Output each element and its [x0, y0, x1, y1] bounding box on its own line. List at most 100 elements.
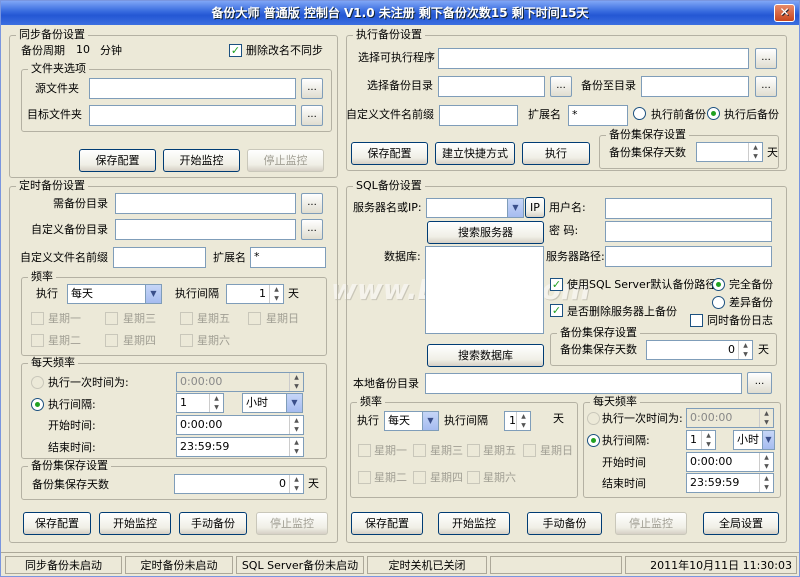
sync-stop-button[interactable]: 停止监控 — [247, 149, 324, 172]
dst-folder-input[interactable] — [89, 105, 296, 126]
sql-stop-button[interactable]: 停止监控 — [615, 512, 687, 535]
sql-once-input[interactable]: 0:00:00 ▲ ▼ — [686, 408, 774, 428]
search-db-button[interactable]: 搜索数据库 — [427, 344, 544, 367]
sql-ip-button[interactable]: IP — [525, 197, 545, 218]
sql-day-6-checkbox[interactable] — [467, 471, 480, 484]
sql-once-radio[interactable] — [587, 412, 600, 425]
timer-save-button[interactable]: 保存配置 — [23, 512, 91, 535]
sql-day-1-checkbox[interactable] — [358, 444, 371, 457]
sql-save-button[interactable]: 保存配置 — [351, 512, 423, 535]
src-browse-button[interactable]: ... — [301, 78, 323, 99]
exec-program-browse[interactable]: ... — [755, 48, 777, 69]
timer-start-input[interactable]: 0:00:00 ▲ ▼ — [176, 415, 304, 435]
sql-day-4-checkbox[interactable] — [413, 471, 426, 484]
timer-start-button[interactable]: 开始监控 — [99, 512, 171, 535]
sql-day-7-label: 星期日 — [540, 444, 573, 457]
need-dir-browse[interactable]: ... — [301, 193, 323, 214]
exec-save-button[interactable]: 保存配置 — [351, 142, 428, 165]
sql-daily-interval-input[interactable]: 1 ▲ ▼ — [686, 430, 716, 450]
sql-interval-input[interactable]: 1 ▲ ▼ — [504, 411, 531, 431]
local-dir-input[interactable] — [425, 373, 742, 394]
status-empty — [490, 556, 622, 574]
sql-end-input[interactable]: 23:59:59 ▲ ▼ — [686, 473, 774, 493]
timer-once-input[interactable]: 0:00:00 ▲ ▼ — [176, 372, 304, 392]
sql-day-2-checkbox[interactable] — [358, 471, 371, 484]
exec-set-title: 备份集保存设置 — [606, 128, 689, 142]
sql-day-3-checkbox[interactable] — [413, 444, 426, 457]
create-shortcut-button[interactable]: 建立快捷方式 — [435, 142, 515, 165]
local-dir-browse[interactable]: ... — [747, 372, 772, 394]
exec-run-button[interactable]: 执行 — [522, 142, 590, 165]
sql-day-1-label: 星期一 — [374, 444, 407, 457]
timer-days-input[interactable]: 0 ▲ ▼ — [174, 474, 304, 494]
sql-start-input[interactable]: 0:00:00 ▲ ▼ — [686, 452, 774, 472]
exec-dst-input[interactable] — [641, 76, 749, 97]
sql-unit-select[interactable]: 小时 ▼ — [733, 430, 775, 450]
exec-prefix-input[interactable] — [439, 105, 518, 126]
diff-backup-radio[interactable] — [712, 296, 725, 309]
sql-server-select[interactable]: ▼ — [426, 198, 524, 218]
exec-src-input[interactable] — [438, 76, 545, 97]
timer-prefix-input[interactable] — [113, 247, 206, 268]
sql-day-6-label: 星期六 — [483, 471, 516, 484]
sql-user-input[interactable] — [605, 198, 772, 219]
timer-day-4-checkbox[interactable] — [105, 334, 118, 347]
after-backup-radio[interactable] — [707, 107, 720, 120]
timer-day-1-checkbox[interactable] — [31, 312, 44, 325]
exec-dst-browse[interactable]: ... — [755, 76, 777, 97]
sql-day-2-label: 星期二 — [374, 471, 407, 484]
src-folder-input[interactable] — [89, 78, 296, 99]
default-path-checkbox[interactable]: ✓ — [550, 278, 563, 291]
backup-log-checkbox[interactable] — [690, 314, 703, 327]
before-backup-radio[interactable] — [633, 107, 646, 120]
custom-dir-label: 自定义备份目录 — [31, 223, 108, 236]
custom-dir-input[interactable] — [115, 219, 296, 240]
timer-stop-button[interactable]: 停止监控 — [256, 512, 328, 535]
sql-interval-radio[interactable] — [587, 434, 600, 447]
custom-dir-browse[interactable]: ... — [301, 219, 323, 240]
sql-db-list[interactable] — [425, 246, 544, 334]
timer-end-input[interactable]: 23:59:59 ▲ ▼ — [176, 437, 304, 457]
global-settings-button[interactable]: 全局设置 — [703, 512, 779, 535]
sql-exec-select[interactable]: 每天 ▼ — [384, 411, 439, 431]
timer-unit-select[interactable]: 小时 ▼ — [242, 393, 303, 413]
need-dir-input[interactable] — [115, 193, 296, 214]
timer-day-2-checkbox[interactable] — [31, 334, 44, 347]
timer-interval-input[interactable]: 1 ▲ ▼ — [226, 284, 284, 304]
exec-program-input[interactable] — [438, 48, 749, 69]
sync-save-button[interactable]: 保存配置 — [79, 149, 156, 172]
sql-pwd-input[interactable] — [605, 221, 772, 242]
search-server-button[interactable]: 搜索服务器 — [427, 221, 544, 244]
delete-server-backup-checkbox[interactable]: ✓ — [550, 304, 563, 317]
sql-day-7-checkbox[interactable] — [523, 444, 536, 457]
timer-daily-interval-input[interactable]: 1 ▲ ▼ — [176, 393, 224, 413]
full-backup-radio[interactable] — [712, 278, 725, 291]
exec-ext-input[interactable]: * — [568, 105, 628, 126]
timer-ext-input[interactable]: * — [250, 247, 326, 268]
sql-server-label: 服务器名或IP: — [353, 201, 422, 214]
period-input[interactable]: 10 — [73, 41, 97, 61]
dst-browse-button[interactable]: ... — [301, 105, 323, 126]
sql-days-input[interactable]: 0 ▲ ▼ — [646, 340, 753, 360]
sql-manual-button[interactable]: 手动备份 — [527, 512, 602, 535]
timer-once-radio[interactable] — [31, 376, 44, 389]
exec-prefix-label: 自定义文件名前缀 — [346, 108, 434, 121]
timer-day-6-checkbox[interactable] — [180, 334, 193, 347]
timer-exec-select[interactable]: 每天 ▼ — [67, 284, 162, 304]
delete-rename-checkbox[interactable]: ✓ — [229, 44, 242, 57]
sql-pwd-label: 密 码: — [549, 224, 579, 237]
sync-group-title: 同步备份设置 — [16, 28, 88, 42]
status-sql: SQL Server备份未启动 — [236, 556, 364, 574]
sql-path-input[interactable] — [605, 246, 772, 267]
sync-start-button[interactable]: 开始监控 — [163, 149, 240, 172]
timer-day-3-checkbox[interactable] — [105, 312, 118, 325]
timer-day-5-checkbox[interactable] — [180, 312, 193, 325]
timer-day-7-checkbox[interactable] — [248, 312, 261, 325]
exec-days-input[interactable]: ▲ ▼ — [696, 142, 763, 162]
sql-day-5-checkbox[interactable] — [467, 444, 480, 457]
timer-manual-button[interactable]: 手动备份 — [179, 512, 247, 535]
sql-start-button[interactable]: 开始监控 — [438, 512, 510, 535]
timer-interval-radio[interactable] — [31, 398, 44, 411]
close-button[interactable]: ✕ — [774, 4, 795, 22]
exec-src-browse[interactable]: ... — [550, 76, 572, 97]
